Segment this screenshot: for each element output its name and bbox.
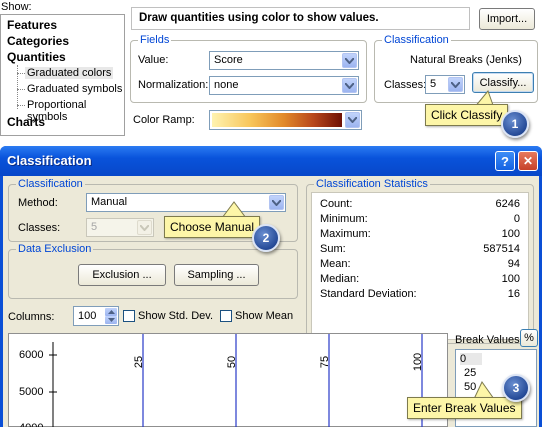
break-label-25: 25: [133, 355, 146, 369]
chevron-down-icon: [342, 53, 357, 68]
stat-row-sum: Sum: 587514: [320, 243, 520, 255]
show-std-dev-label: Show Std. Dev.: [138, 310, 213, 322]
fields-group-title: Fields: [138, 34, 172, 46]
value-select-text: Score: [214, 54, 243, 66]
stat-row-median: Median: 100: [320, 273, 520, 285]
callout-text: Click Classify: [431, 108, 503, 122]
classification-statistics-title: Classification Statistics: [314, 178, 430, 190]
chevron-down-icon: [269, 195, 284, 210]
break-values-label: Break Values: [455, 334, 520, 346]
show-std-dev-checkbox[interactable]: [123, 310, 135, 322]
dialog-classification-title: Classification: [16, 178, 85, 190]
stat-row-minimum: Minimum: 0: [320, 213, 520, 225]
tree-connector: [17, 65, 25, 109]
normalization-label: Normalization:: [138, 79, 209, 91]
callout-text: Enter Break Values: [413, 401, 516, 415]
tree-item-graduated-colors[interactable]: Graduated colors: [25, 67, 114, 79]
close-button[interactable]: ✕: [518, 151, 538, 171]
chevron-down-icon: [448, 77, 463, 92]
y-tick-label-5000: 5000: [19, 386, 44, 398]
columns-spinner[interactable]: 100: [73, 306, 119, 326]
columns-label: Columns:: [8, 311, 55, 323]
method-select[interactable]: Manual: [86, 193, 286, 212]
chevron-down-icon: [342, 78, 357, 93]
color-ramp-swatch: [212, 113, 342, 127]
step-badge-2: 2: [252, 224, 280, 252]
normalization-select[interactable]: none: [209, 76, 359, 95]
columns-value: 100: [78, 310, 97, 322]
statistics-panel: Count: 6246 Minimum: 0 Maximum: 100 Sum: 587…: [311, 192, 529, 340]
histogram-panel[interactable]: 6000 5000 4000 25 50 75 100: [8, 333, 448, 427]
callout-enter-break-values: Enter Break Values: [407, 397, 522, 419]
color-ramp-select[interactable]: [209, 110, 362, 130]
chevron-down-icon: [137, 220, 152, 235]
dialog-title: Classification: [7, 153, 92, 168]
histogram-chart: [49, 334, 423, 427]
value-select[interactable]: Score: [209, 51, 359, 70]
tree-item-categories[interactable]: Categories: [7, 34, 69, 48]
import-button[interactable]: Import...: [479, 8, 535, 30]
stat-row-mean: Mean: 94: [320, 258, 520, 270]
break-label-50: 50: [226, 355, 239, 369]
stat-row-maximum: Maximum: 100: [320, 228, 520, 240]
classes-select[interactable]: 5: [425, 75, 465, 94]
classification-group-title: Classification: [382, 34, 451, 46]
callout-click-classify: Click Classify: [425, 104, 509, 126]
tree-item-charts[interactable]: Charts: [7, 115, 45, 129]
method-label: Method:: [18, 197, 58, 209]
callout-text: Choose Manual: [170, 220, 255, 234]
tree-item-features[interactable]: Features: [7, 18, 57, 32]
spinner-up-icon[interactable]: [105, 308, 117, 316]
spinner-down-icon[interactable]: [105, 316, 117, 324]
dialog-classes-select-text: 5: [91, 221, 98, 233]
help-button[interactable]: ?: [495, 151, 515, 171]
stat-row-count: Count: 6246: [320, 198, 520, 210]
description-text: Draw quantities using color to show valu…: [139, 12, 379, 24]
break-value-item[interactable]: 0: [460, 353, 482, 365]
tree-item-graduated-symbols[interactable]: Graduated symbols: [27, 83, 122, 95]
stat-row-std-dev: Standard Deviation: 16: [320, 288, 520, 300]
normalization-select-text: none: [214, 79, 239, 91]
symbology-tree: Features Categories Quantities Graduated…: [0, 14, 125, 136]
y-tick-label-4000: 4000: [19, 422, 43, 427]
step-badge-1: 1: [501, 110, 529, 138]
method-select-text: Manual: [91, 196, 128, 208]
break-label-100: 100: [412, 352, 425, 372]
step-badge-3: 3: [502, 374, 530, 402]
close-icon: ✕: [522, 154, 534, 168]
dialog-classes-select: 5: [86, 218, 154, 237]
classification-dialog: Classification ? ✕ Classification Method…: [0, 146, 542, 427]
tree-item-quantities[interactable]: Quantities: [7, 50, 66, 64]
show-label: Show:: [1, 1, 32, 13]
dialog-body: Classification Method: Manual Classes: 5…: [3, 176, 539, 427]
help-icon: ?: [501, 153, 509, 169]
data-exclusion-title: Data Exclusion: [16, 243, 94, 255]
show-mean-label: Show Mean: [235, 310, 294, 322]
show-mean-checkbox[interactable]: [220, 310, 232, 322]
break-label-75: 75: [319, 355, 332, 369]
classes-select-text: 5: [430, 78, 437, 90]
sampling-button[interactable]: Sampling ...: [174, 264, 259, 286]
value-label: Value:: [138, 54, 169, 66]
percent-button[interactable]: %: [520, 329, 538, 347]
color-ramp-label: Color Ramp:: [133, 114, 195, 126]
classification-method-text: Natural Breaks (Jenks): [410, 54, 522, 66]
chevron-down-icon: [345, 112, 360, 128]
description-box: Draw quantities using color to show valu…: [131, 7, 470, 30]
exclusion-button[interactable]: Exclusion ...: [78, 264, 166, 286]
dialog-titlebar[interactable]: Classification ? ✕: [0, 146, 542, 176]
classes-label: Classes:: [384, 79, 427, 91]
dialog-classes-label: Classes:: [18, 222, 61, 234]
y-tick-label-6000: 6000: [19, 349, 44, 361]
break-value-item[interactable]: 25: [464, 367, 476, 379]
callout-choose-manual: Choose Manual: [164, 216, 261, 238]
